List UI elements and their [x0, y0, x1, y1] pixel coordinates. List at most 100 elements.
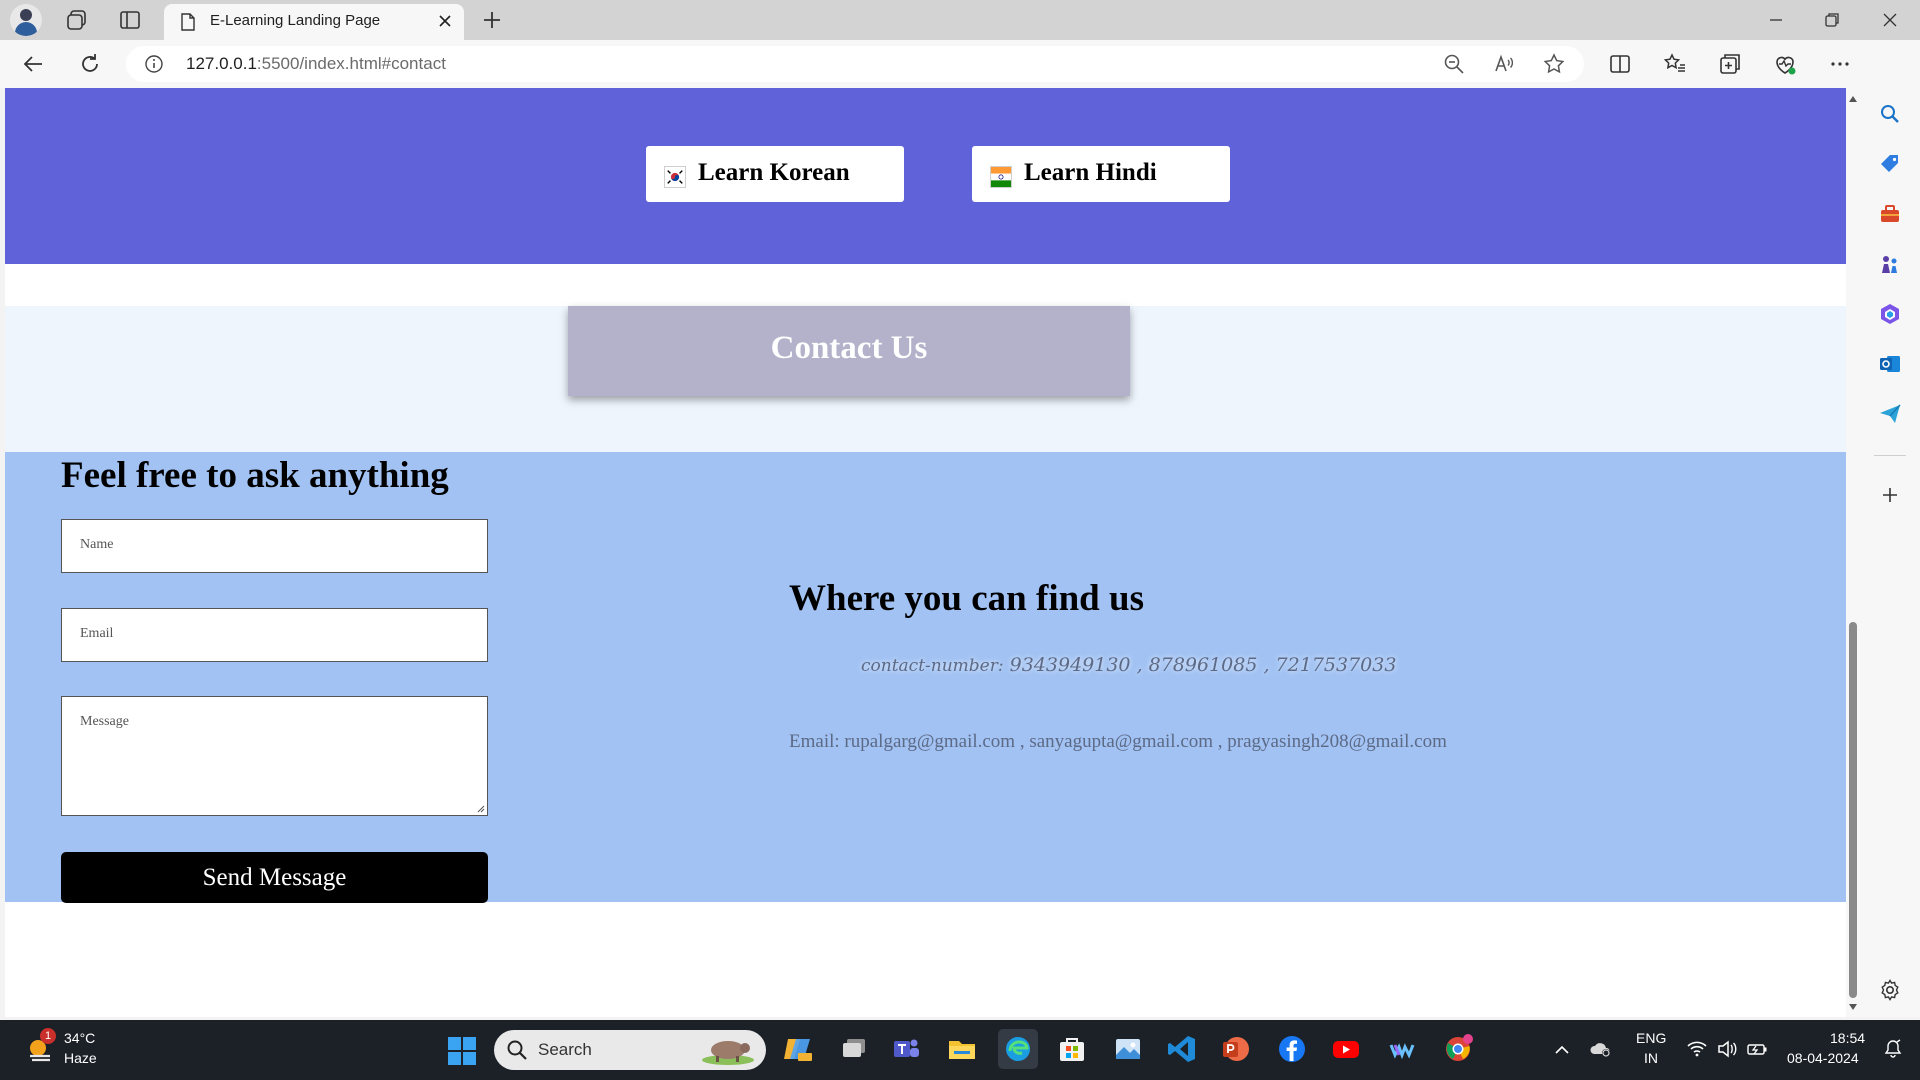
find-us-title: Where you can find us: [789, 578, 1144, 619]
page-icon: [181, 13, 195, 31]
file-explorer-icon[interactable]: [946, 1033, 978, 1065]
email-placeholder: Email: [80, 626, 114, 641]
youtube-icon[interactable]: [1330, 1033, 1362, 1065]
contact-form-section: Feel free to ask anything Name Email Mes…: [5, 452, 1846, 903]
contact-number-label: contact-number:: [861, 656, 1004, 676]
scroll-up-icon[interactable]: [1848, 94, 1858, 104]
zoom-out-icon[interactable]: [1442, 52, 1466, 76]
edge-icon: [1006, 1037, 1030, 1061]
send-message-button[interactable]: Send Message: [61, 852, 488, 903]
outlook-icon[interactable]: [1878, 352, 1902, 376]
windows-taskbar: 1 34°C Haze Search ENG IN 18:54 08-04-20…: [0, 1020, 1920, 1080]
india-flag-icon: [990, 166, 1012, 188]
photos-icon[interactable]: [1112, 1033, 1144, 1065]
tab-title: E-Learning Landing Page: [210, 12, 381, 29]
battery-icon[interactable]: [1746, 1038, 1768, 1060]
learn-korean-button[interactable]: Learn Korean: [646, 146, 904, 202]
powerpoint-icon[interactable]: [1220, 1033, 1252, 1065]
more-options-icon[interactable]: [1826, 50, 1854, 78]
contact-header-section: Contact Us: [5, 306, 1846, 452]
learn-hindi-button[interactable]: Learn Hindi: [972, 146, 1230, 202]
contact-emails: Email: rupalgarg@gmail.com , sanyagupta@…: [789, 731, 1447, 752]
shopping-tag-icon[interactable]: [1878, 152, 1902, 176]
clock-date[interactable]: 08-04-2024: [1787, 1050, 1859, 1066]
scroll-down-icon[interactable]: [1848, 1002, 1858, 1012]
contact-heading: Contact Us: [770, 330, 928, 366]
address-bar[interactable]: 127.0.0.1:5500/index.html#contact: [126, 46, 1584, 82]
read-aloud-icon[interactable]: [1492, 52, 1516, 76]
browser-toolbar: 127.0.0.1:5500/index.html#contact: [0, 40, 1920, 88]
email-field[interactable]: Email: [61, 608, 488, 662]
clock-time[interactable]: 18:54: [1830, 1030, 1865, 1046]
url-host: 127.0.0.1: [186, 54, 257, 73]
search-icon[interactable]: [1878, 102, 1902, 126]
workspaces-icon[interactable]: [66, 8, 90, 32]
minimize-icon[interactable]: [1762, 6, 1790, 34]
input-language[interactable]: ENG: [1636, 1030, 1666, 1046]
message-placeholder: Message: [80, 714, 129, 729]
show-hidden-icons-icon[interactable]: [1552, 1040, 1572, 1060]
weather-badge: 1: [40, 1028, 56, 1044]
form-title: Feel free to ask anything: [61, 455, 449, 496]
wifi-icon[interactable]: [1686, 1038, 1708, 1060]
taskbar-search[interactable]: Search: [494, 1030, 766, 1070]
vscode-icon[interactable]: [1166, 1033, 1198, 1065]
input-region[interactable]: IN: [1644, 1050, 1658, 1066]
contact-numbers: contact-number: 9343949130 , 878961085 ,…: [861, 654, 1396, 676]
site-info-icon[interactable]: [144, 54, 164, 74]
learn-korean-label: Learn Korean: [698, 159, 850, 186]
edge-app-active[interactable]: [998, 1029, 1038, 1069]
name-placeholder: Name: [80, 537, 114, 552]
search-highlight-icon: [702, 1041, 754, 1065]
notifications-icon[interactable]: [1882, 1038, 1904, 1060]
facebook-icon[interactable]: [1276, 1033, 1308, 1065]
weather-temperature[interactable]: 34°C: [64, 1030, 95, 1046]
back-icon[interactable]: [20, 50, 48, 78]
resize-grip-icon[interactable]: [475, 803, 485, 813]
copilot-app-icon[interactable]: [782, 1033, 814, 1065]
chrome-icon[interactable]: [1442, 1033, 1474, 1065]
collections-icon[interactable]: [1716, 50, 1744, 78]
message-field[interactable]: Message: [61, 696, 488, 816]
profile-avatar[interactable]: [10, 4, 42, 36]
browser-essentials-icon[interactable]: [1771, 50, 1799, 78]
url-path: :5500/index.html#contact: [256, 54, 446, 73]
task-view-icon[interactable]: [838, 1033, 870, 1065]
tools-icon[interactable]: [1878, 202, 1902, 226]
volume-icon[interactable]: [1716, 1038, 1738, 1060]
contact-number-values: 9343949130 , 878961085 , 7217537033: [1009, 654, 1397, 676]
korea-flag-icon: [664, 166, 686, 188]
refresh-icon[interactable]: [76, 50, 104, 78]
games-icon[interactable]: [1878, 252, 1902, 276]
vertical-tabs-icon[interactable]: [118, 8, 142, 32]
page-scrollbar[interactable]: [1846, 88, 1860, 1017]
scrollbar-thumb[interactable]: [1849, 622, 1857, 998]
contact-heading-box: Contact Us: [568, 306, 1130, 396]
close-tab-icon[interactable]: [436, 12, 454, 30]
sidebar-divider: [1874, 455, 1906, 456]
teams-icon[interactable]: [890, 1033, 922, 1065]
add-icon[interactable]: [1878, 483, 1902, 507]
microsoft-store-icon[interactable]: [1056, 1033, 1088, 1065]
favorites-icon[interactable]: [1661, 50, 1689, 78]
learn-hindi-label: Learn Hindi: [1024, 159, 1157, 186]
split-screen-icon[interactable]: [1606, 50, 1634, 78]
tab-elearning[interactable]: E-Learning Landing Page: [164, 4, 464, 40]
microsoft-365-icon[interactable]: [1878, 302, 1902, 326]
close-window-icon[interactable]: [1876, 6, 1904, 34]
name-field[interactable]: Name: [61, 519, 488, 573]
favorite-star-icon[interactable]: [1542, 52, 1566, 76]
windows-start-icon[interactable]: [447, 1036, 477, 1066]
browser-title-bar: E-Learning Landing Page: [0, 0, 1920, 40]
new-tab-icon[interactable]: [480, 8, 504, 32]
search-icon: [507, 1040, 527, 1060]
page-viewport: Learn Korean Learn Hindi Contact Us Feel…: [5, 88, 1846, 1017]
settings-gear-icon[interactable]: [1878, 978, 1902, 1002]
send-icon[interactable]: [1878, 402, 1902, 426]
webex-icon[interactable]: [1386, 1033, 1418, 1065]
onedrive-icon[interactable]: [1590, 1038, 1612, 1060]
url-text[interactable]: 127.0.0.1:5500/index.html#contact: [186, 54, 446, 74]
restore-icon[interactable]: [1818, 6, 1846, 34]
search-label: Search: [538, 1040, 592, 1059]
weather-condition[interactable]: Haze: [64, 1050, 97, 1066]
